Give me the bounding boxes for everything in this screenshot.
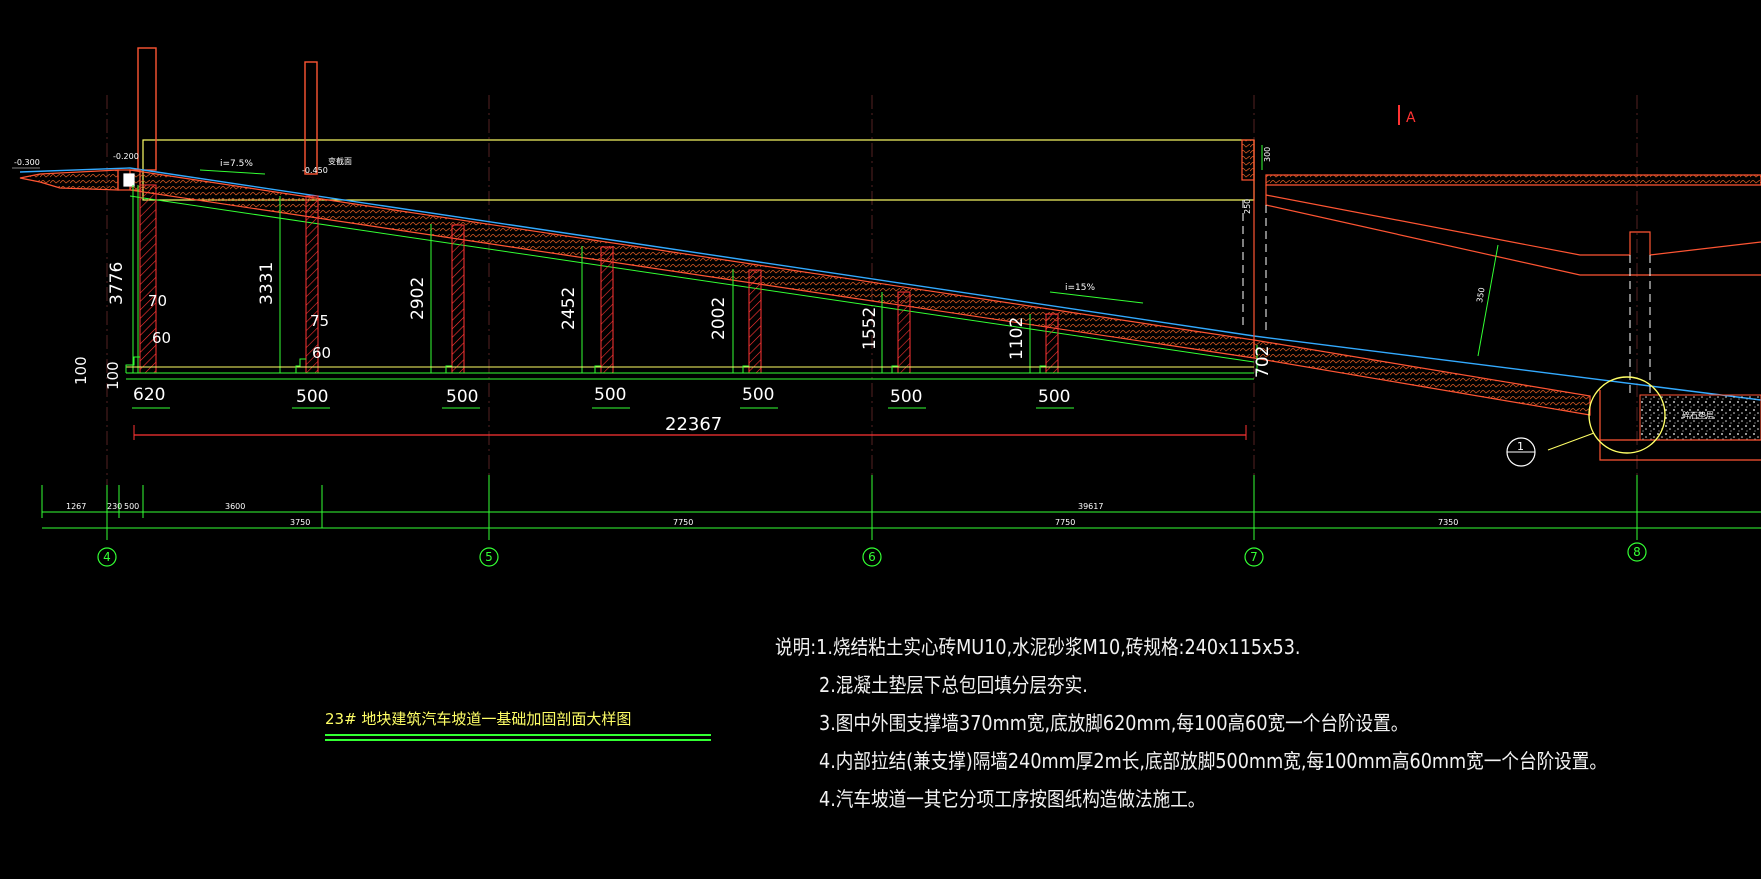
footing-width: 500 xyxy=(890,387,922,407)
wall-dim-label: 250 xyxy=(1243,199,1252,214)
footing-width: 500 xyxy=(742,385,774,405)
dim-row1: 500 xyxy=(124,502,139,511)
height-label: 3331 xyxy=(257,262,277,305)
height-label: 2002 xyxy=(709,297,729,340)
slope-upper-label: i=7.5% xyxy=(220,159,253,169)
elev-ramp-top: -0.200 xyxy=(113,152,139,161)
dim-row1: 3600 xyxy=(225,502,245,511)
elev-post-b: -0.450 xyxy=(302,166,328,175)
dim-row1: 230 xyxy=(107,502,122,511)
note-line: 2.混凝土垫层下总包回填分层夯实. xyxy=(819,673,1088,697)
bottom-dim-texts: 1267 230 500 3600 39617 3750 7750 7750 7… xyxy=(66,502,1458,527)
ramp-slab xyxy=(19,167,1761,416)
base-b-label: 100 xyxy=(104,361,122,390)
height-label: 1552 xyxy=(860,307,880,350)
dim-row1: 1267 xyxy=(66,502,86,511)
footing-width: 500 xyxy=(594,385,626,405)
base-slab xyxy=(126,366,1254,380)
bottom-dim-chain xyxy=(41,475,1761,540)
footing-width: 620 xyxy=(133,385,165,405)
height-label: 1102 xyxy=(1007,317,1027,360)
step-h-label: 70 xyxy=(148,292,167,310)
title-underline xyxy=(325,734,711,736)
dim-row2: 3750 xyxy=(290,518,310,527)
height-label: 2902 xyxy=(408,277,428,320)
general-notes: 说明:1.烧结粘土实心砖MU10,水泥砂浆M10,砖规格:240x115x53.… xyxy=(775,628,1607,818)
title-underline-2 xyxy=(325,739,711,741)
inclined-dim-label: 350 xyxy=(1475,287,1487,304)
elev-post-b-note: 变截面 xyxy=(328,156,352,166)
dim-row1-right: 39617 xyxy=(1078,502,1103,511)
detail-callout-number: 1 xyxy=(1517,440,1524,453)
footing-width: 500 xyxy=(296,387,328,407)
elev-left-ground: -0.300 xyxy=(14,158,40,167)
height-label: 3776 xyxy=(107,262,127,305)
slope-lower-label: i=15% xyxy=(1065,283,1095,293)
step-h2-label: 75 xyxy=(310,312,329,330)
height-label: 702 xyxy=(1253,346,1273,378)
grid-label-6: 6 xyxy=(868,550,876,564)
dim-row2: 7350 xyxy=(1438,518,1458,527)
section-marker: A xyxy=(1398,105,1416,126)
footing-width: 500 xyxy=(1038,387,1070,407)
note-line: 4.内部拉结(兼支撑)隔墙240mm厚2m长,底部放脚500mm宽,每100mm… xyxy=(819,749,1607,773)
section-marker-label: A xyxy=(1406,110,1416,126)
grid-label-8: 8 xyxy=(1633,545,1641,559)
edge-posts xyxy=(137,47,318,175)
left-drain-detail xyxy=(19,169,141,191)
dim-row2: 7750 xyxy=(673,518,693,527)
step-w-label: 60 xyxy=(152,329,171,347)
note-line: 4.汽车坡道一其它分项工序按图纸构造做法施工。 xyxy=(819,787,1206,811)
elevation-labels: -0.300 -0.200 -0.450 变截面 xyxy=(12,152,352,175)
base-a-label: 100 xyxy=(72,356,90,385)
dim-row2: 7750 xyxy=(1055,518,1075,527)
slope-labels: i=7.5% i=15% xyxy=(199,159,1144,304)
step-w2-label: 60 xyxy=(312,344,331,362)
footing-widths: 620 500 500 500 500 500 500 xyxy=(132,385,1074,409)
drawing-title: 23# 地块建筑汽车坡道一基础加固剖面大样图 xyxy=(325,710,632,728)
height-label: 2452 xyxy=(559,287,579,330)
gravel-label: 碎石垫层 xyxy=(1682,410,1714,420)
note-line: 说明:1.烧结粘土实心砖MU10,水泥砂浆M10,砖规格:240x115x53. xyxy=(775,635,1301,659)
grid-label-4: 4 xyxy=(103,550,111,564)
overall-length-label: 22367 xyxy=(665,414,722,435)
grid-label-5: 5 xyxy=(485,550,493,564)
grid-label-7: 7 xyxy=(1250,550,1258,564)
step-dims: 70 60 75 60 100 100 xyxy=(72,292,331,390)
footing-width: 500 xyxy=(446,387,478,407)
note-line: 3.图中外围支撑墙370mm宽,底放脚620mm,每100高60宽一个台阶设置。 xyxy=(819,711,1409,735)
overall-length-dim: 22367 xyxy=(133,414,1247,440)
top-dim-label: 300 xyxy=(1263,147,1272,162)
